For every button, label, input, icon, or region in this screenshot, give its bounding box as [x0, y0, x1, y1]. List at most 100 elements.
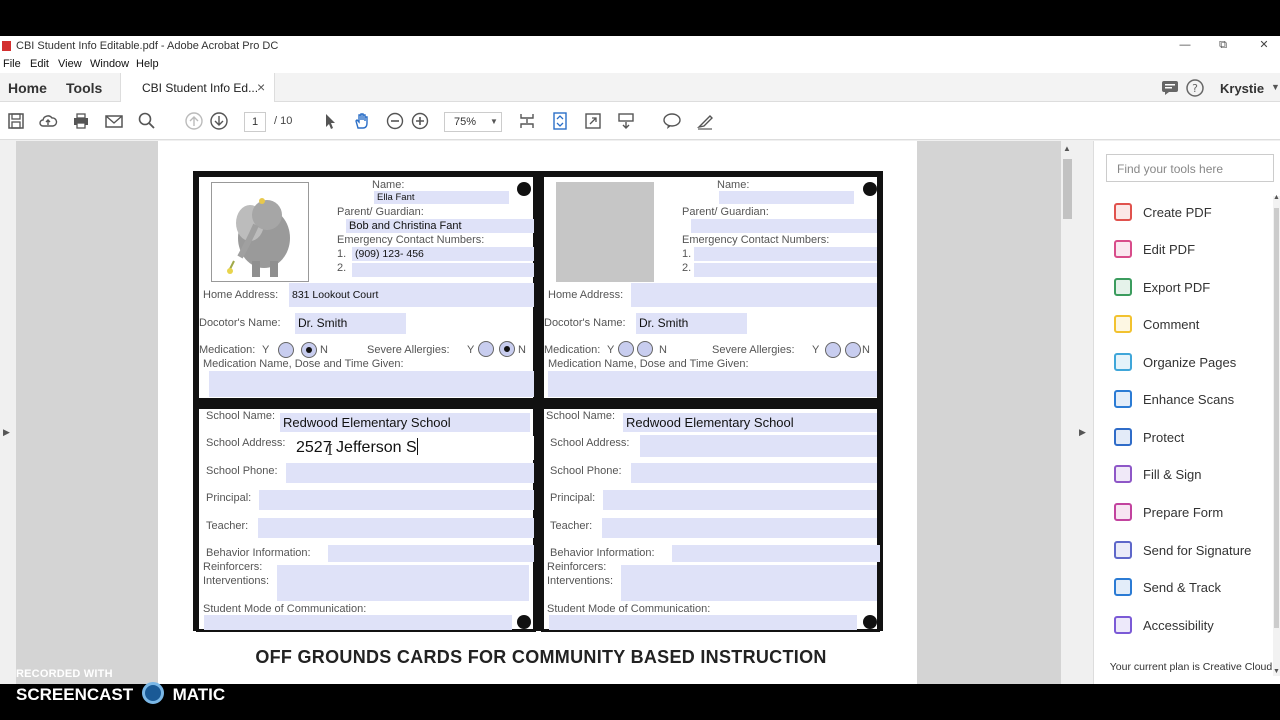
tool-label: Edit PDF	[1143, 242, 1196, 257]
card-school-info-2: School Name: Redwood Elementary School S…	[541, 406, 880, 632]
hand-tool-icon[interactable]	[352, 111, 372, 131]
reinforcers-interventions-field[interactable]	[621, 565, 877, 601]
contact-1-field[interactable]	[694, 247, 877, 261]
pdf-page: Name: Ella Fant Parent/ Guardian: Bob an…	[158, 141, 917, 684]
help-icon[interactable]: ?	[1186, 79, 1204, 97]
scroll-up-icon[interactable]: ▲	[1273, 194, 1280, 201]
page-number-input[interactable]: 1	[244, 112, 266, 132]
tools-search-input[interactable]: Find your tools here	[1106, 154, 1274, 182]
menu-help[interactable]: Help	[136, 58, 159, 70]
comment-icon	[1114, 315, 1132, 333]
menu-view[interactable]: View	[58, 58, 82, 70]
allergies-yes-radio[interactable]	[478, 341, 494, 357]
guardian-field[interactable]	[691, 219, 877, 233]
contact-2-field[interactable]	[352, 263, 534, 277]
contact-1-field[interactable]: (909) 123- 456	[352, 247, 534, 261]
medication-details-label: Medication Name, Dose and Time Given:	[203, 358, 404, 370]
tab-document[interactable]: CBI Student Info Ed... ×	[120, 73, 275, 103]
behavior-field[interactable]	[672, 545, 880, 562]
home-address-field[interactable]: 831 Lookout Court	[289, 283, 534, 307]
scrollbar-thumb[interactable]	[1063, 159, 1072, 219]
school-phone-field[interactable]	[286, 463, 534, 483]
collapse-right-panel-icon[interactable]: ▶	[1079, 427, 1086, 438]
guardian-label: Parent/ Guardian:	[682, 206, 769, 218]
highlight-pen-icon[interactable]	[695, 111, 715, 131]
comment-bubble-icon[interactable]	[1161, 80, 1179, 96]
next-page-icon[interactable]	[209, 111, 229, 131]
medication-details-field[interactable]	[548, 371, 877, 397]
allergies-yes-radio[interactable]	[825, 342, 841, 358]
communication-mode-field[interactable]	[549, 615, 857, 630]
zoom-level-value: 75%	[454, 116, 477, 128]
minimize-button[interactable]: —	[1170, 38, 1200, 53]
principal-field[interactable]	[259, 490, 534, 510]
medication-yes-radio[interactable]	[618, 341, 634, 357]
tool-label: Fill & Sign	[1143, 467, 1202, 482]
teacher-field[interactable]	[602, 518, 877, 538]
zoom-out-icon[interactable]	[385, 111, 405, 131]
scrolling-mode-icon[interactable]	[517, 111, 537, 131]
tab-tools[interactable]: Tools	[66, 80, 102, 96]
read-mode-icon[interactable]	[616, 111, 636, 131]
home-address-field[interactable]	[631, 283, 877, 307]
student-photo-placeholder[interactable]	[556, 182, 654, 282]
accessibility-icon	[1114, 616, 1132, 634]
principal-field[interactable]	[603, 490, 877, 510]
guardian-field[interactable]: Bob and Christina Fant	[346, 219, 534, 233]
zoom-in-icon[interactable]	[410, 111, 430, 131]
allergies-no-radio[interactable]	[845, 342, 861, 358]
reinforcers-interventions-field[interactable]	[277, 565, 529, 601]
menu-file[interactable]: File	[3, 58, 21, 70]
left-panel-handle[interactable]: ▶	[0, 141, 16, 684]
maximize-button[interactable]: ⧉	[1208, 38, 1238, 53]
tab-home[interactable]: Home	[8, 80, 47, 96]
contact-2-label: 2.	[682, 262, 692, 274]
doctor-name-field[interactable]: Dr. Smith	[636, 313, 747, 334]
name-label: Name:	[372, 179, 405, 191]
school-address-field[interactable]	[640, 435, 877, 457]
contact-2-field[interactable]	[694, 263, 877, 277]
fit-page-icon[interactable]	[550, 111, 570, 131]
tools-pane-scrollbar[interactable]: ▲ ▼	[1273, 194, 1280, 676]
reinforcers-label: Reinforcers:	[547, 561, 607, 573]
tools-pane-scroll-thumb[interactable]	[1274, 208, 1279, 628]
print-icon[interactable]	[71, 111, 91, 131]
medication-no-radio[interactable]	[637, 341, 653, 357]
user-chevron-down-icon[interactable]: ▼	[1271, 82, 1280, 92]
user-name[interactable]: Krystie	[1220, 81, 1264, 96]
add-comment-icon[interactable]	[662, 111, 682, 131]
upload-cloud-icon[interactable]	[38, 111, 58, 131]
close-tab-icon[interactable]: ×	[257, 79, 265, 95]
medication-no-radio[interactable]	[301, 342, 317, 358]
medication-no-label: N	[659, 344, 667, 356]
prepare-form-icon	[1114, 503, 1132, 521]
behavior-field[interactable]	[328, 545, 534, 562]
save-icon[interactable]	[6, 111, 26, 131]
menu-edit[interactable]: Edit	[30, 58, 49, 70]
medication-yes-radio[interactable]	[278, 342, 294, 358]
menu-window[interactable]: Window	[90, 58, 129, 70]
doctor-name-field[interactable]: Dr. Smith	[295, 313, 406, 334]
close-button[interactable]: ✕	[1249, 38, 1279, 53]
student-name-field[interactable]	[719, 191, 854, 204]
previous-page-icon[interactable]	[184, 111, 204, 131]
email-icon[interactable]	[104, 111, 124, 131]
student-name-field[interactable]: Ella Fant	[374, 191, 509, 204]
communication-mode-field[interactable]	[204, 615, 512, 630]
tool-label: Send for Signature	[1143, 543, 1252, 558]
scroll-up-icon[interactable]: ▲	[1063, 144, 1071, 153]
search-icon[interactable]	[137, 111, 157, 131]
school-phone-field[interactable]	[631, 463, 877, 483]
teacher-field[interactable]	[258, 518, 534, 538]
zoom-level-select[interactable]: 75% ▼	[444, 112, 502, 132]
medication-label: Medication:	[199, 344, 256, 356]
school-name-field[interactable]: Redwood Elementary School	[623, 413, 877, 432]
allergies-no-radio[interactable]	[499, 341, 515, 357]
medication-details-field[interactable]	[209, 371, 534, 397]
right-panel-handle[interactable]: ▶	[1074, 141, 1093, 684]
select-cursor-icon[interactable]	[320, 111, 340, 131]
vertical-scrollbar[interactable]: ▲	[1061, 141, 1074, 684]
school-name-field[interactable]: Redwood Elementary School	[280, 413, 530, 432]
expand-left-panel-icon[interactable]: ▶	[3, 427, 10, 438]
full-screen-icon[interactable]	[583, 111, 603, 131]
